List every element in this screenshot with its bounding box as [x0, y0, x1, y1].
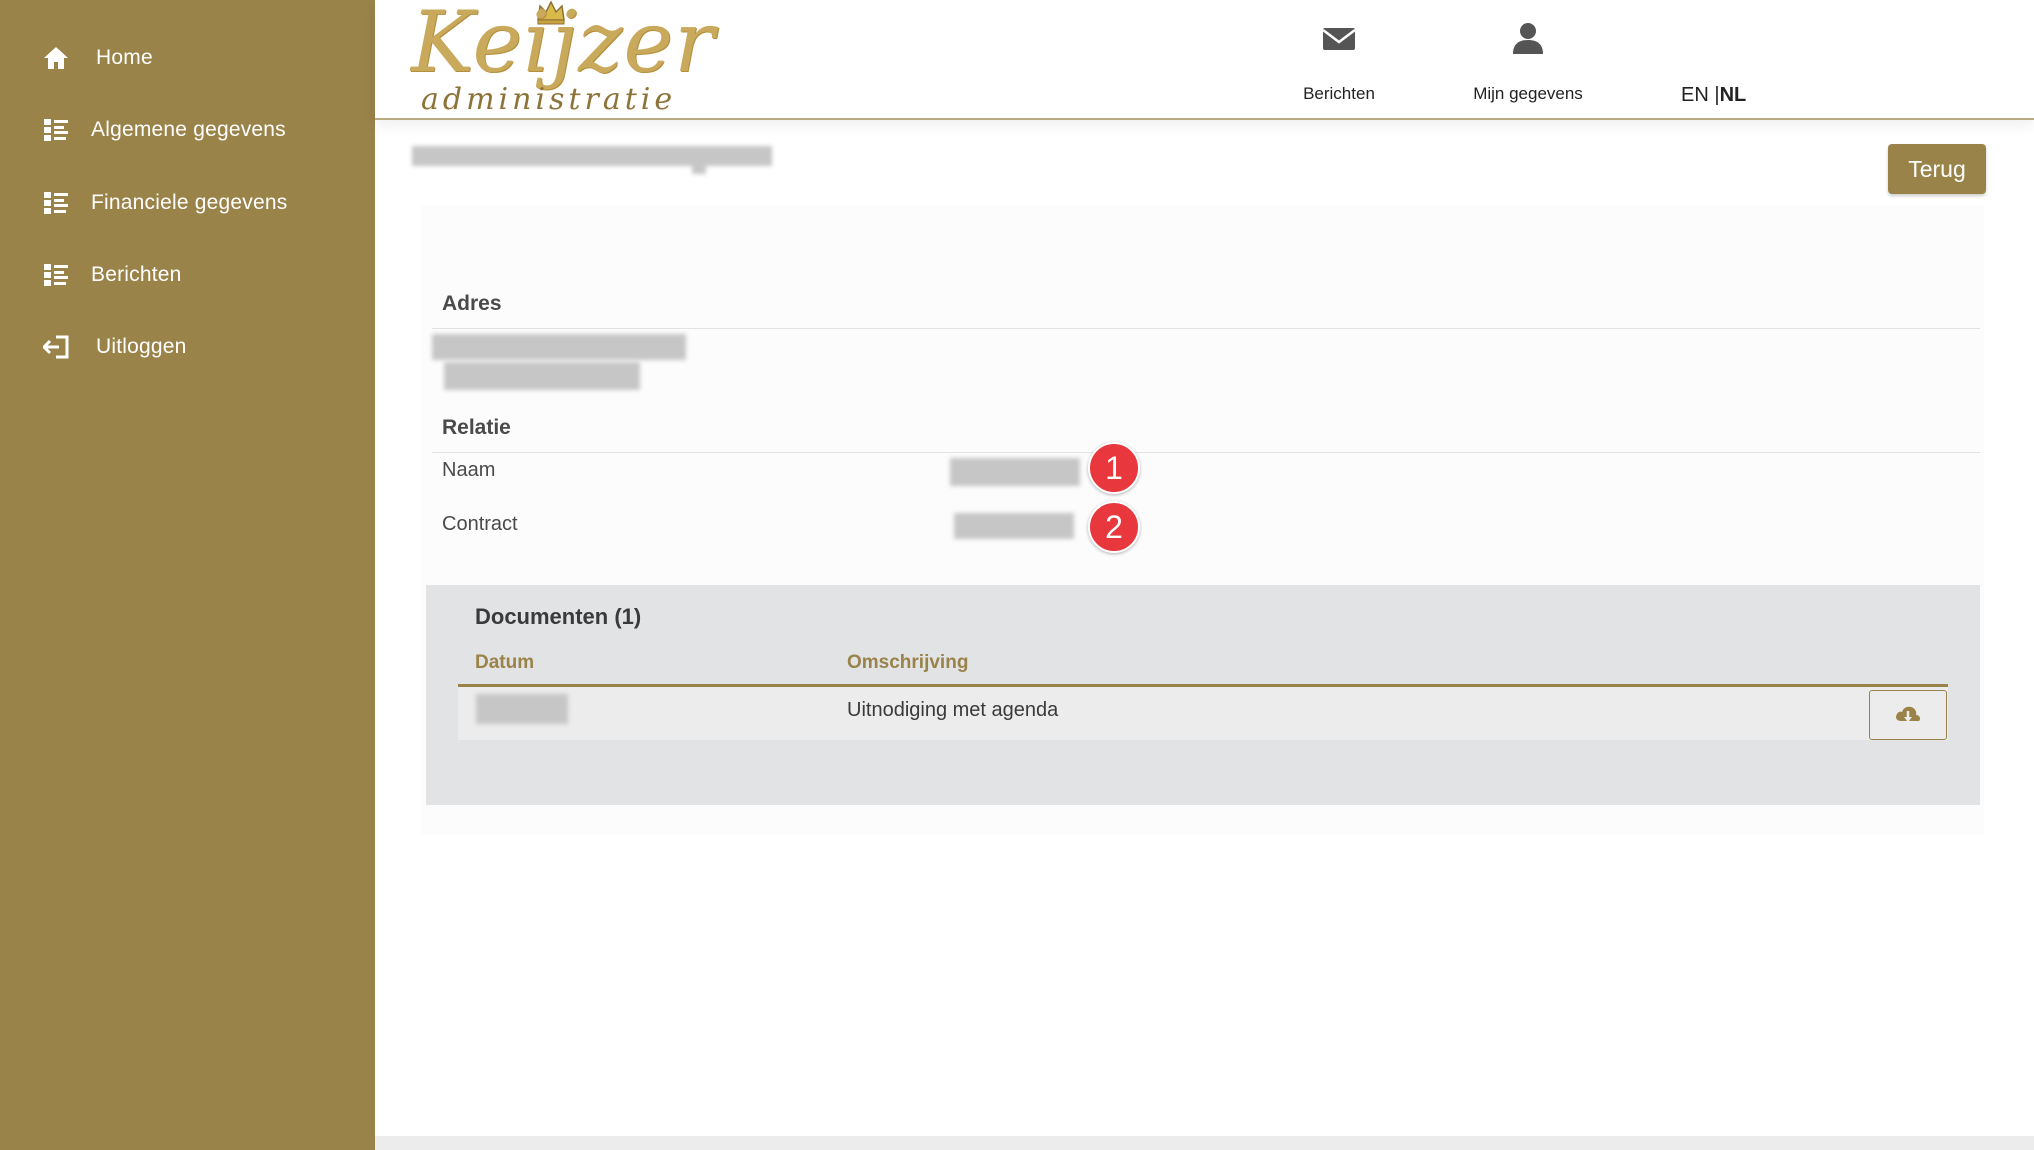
sidebar-item-label: Berichten: [91, 263, 182, 286]
list-icon: [40, 259, 72, 291]
sidebar-item-label: Home: [96, 46, 153, 69]
logo[interactable]: Keijzer administratie: [405, 0, 714, 118]
relation-heading: Relatie: [442, 416, 511, 439]
address-heading: Adres: [442, 292, 502, 315]
header-link-mijn-gegevens[interactable]: Mijn gegevens: [1448, 12, 1608, 104]
sidebar-item-label: Financiele gegevens: [91, 191, 288, 214]
cloud-download-icon: [1896, 706, 1920, 722]
list-icon: [40, 187, 72, 219]
datum-value-redacted: [476, 694, 568, 724]
header: Keijzer administratie Berichten Mijn geg…: [375, 0, 2034, 120]
divider: [432, 452, 1980, 453]
sidebar: Home Algemene gegevens Financiele gegeve…: [0, 0, 375, 1150]
sidebar-item-label: Algemene gegevens: [91, 118, 286, 141]
sidebar-item-berichten[interactable]: Berichten: [40, 255, 182, 295]
document-description: Uitnodiging met agenda: [847, 699, 1059, 721]
header-link-label: Berichten: [1303, 84, 1375, 103]
lang-en[interactable]: EN: [1681, 84, 1709, 106]
header-link-label: Mijn gegevens: [1473, 84, 1583, 103]
annotation-badge-2: 2: [1088, 501, 1140, 553]
bottom-border: [375, 1136, 2034, 1150]
list-icon: [40, 114, 72, 146]
column-header-datum: Datum: [475, 652, 535, 673]
sidebar-item-home[interactable]: Home: [40, 38, 153, 78]
lang-separator: |: [1708, 84, 1720, 106]
field-label-contract: Contract: [442, 513, 518, 535]
field-label-naam: Naam: [442, 459, 496, 481]
page-title-redacted: [412, 140, 772, 174]
sidebar-item-label: Uitloggen: [96, 335, 187, 358]
download-button[interactable]: [1869, 690, 1947, 740]
user-icon: [1508, 18, 1548, 58]
sidebar-item-financiele-gegevens[interactable]: Financiele gegevens: [40, 183, 287, 223]
divider: [432, 328, 1980, 329]
home-icon: [40, 42, 72, 74]
header-link-berichten[interactable]: Berichten: [1259, 12, 1419, 104]
contract-value-redacted: [954, 513, 1074, 539]
annotation-badge-1: 1: [1088, 442, 1140, 494]
envelope-icon: [1319, 18, 1359, 58]
sidebar-item-algemene-gegevens[interactable]: Algemene gegevens: [40, 110, 286, 150]
logo-main-text: Keijzer: [411, 0, 716, 91]
lang-nl[interactable]: NL: [1720, 84, 1747, 106]
language-switcher: EN |NL: [1681, 84, 1746, 107]
logout-icon: [40, 331, 72, 363]
logo-sub-text: administratie: [421, 82, 677, 117]
back-button[interactable]: Terug: [1888, 144, 1986, 194]
documents-title: Documenten (1): [475, 604, 642, 629]
table-row[interactable]: [458, 687, 1948, 740]
naam-value-redacted: [950, 458, 1080, 486]
sidebar-item-uitloggen[interactable]: Uitloggen: [40, 327, 187, 367]
column-header-omschrijving: Omschrijving: [847, 652, 969, 673]
